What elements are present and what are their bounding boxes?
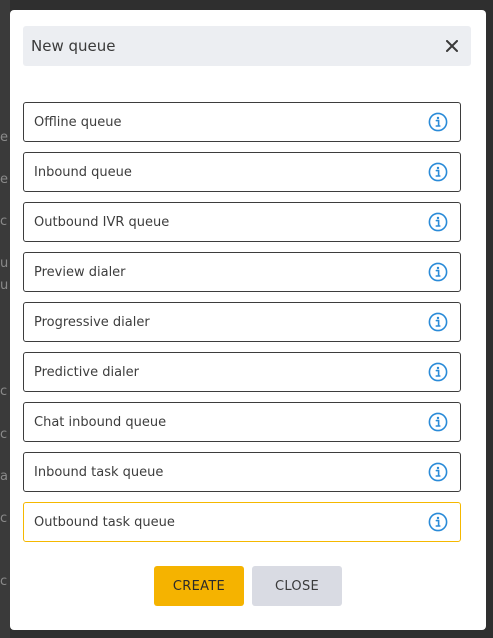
queue-type-option[interactable]: Inbound task queue	[23, 452, 461, 492]
info-icon[interactable]	[428, 262, 448, 282]
dialog-header: New queue	[23, 26, 471, 66]
background-text-fragment: u	[0, 257, 8, 271]
queue-type-option[interactable]: Preview dialer	[23, 252, 461, 292]
create-button[interactable]: CREATE	[154, 566, 244, 606]
info-icon[interactable]	[428, 412, 448, 432]
dialog-title: New queue	[31, 37, 116, 55]
queue-type-option-label: Preview dialer	[34, 264, 126, 280]
background-text-fragment: c	[0, 428, 8, 442]
background-text-fragment: e	[0, 131, 8, 145]
queue-type-option[interactable]: Predictive dialer	[23, 352, 461, 392]
queue-type-option[interactable]: Progressive dialer	[23, 302, 461, 342]
background-text-fragment: a	[0, 470, 8, 484]
queue-type-option[interactable]: Inbound queue	[23, 152, 461, 192]
background-text-fragment: c	[0, 215, 8, 229]
queue-type-option[interactable]: Offline queue	[23, 102, 461, 142]
dialog-actions: CREATE CLOSE	[10, 566, 486, 606]
new-queue-dialog: New queue Offline queue Inbound queue Outb…	[10, 10, 486, 630]
info-icon[interactable]	[428, 312, 448, 332]
background-text-fragment: u	[0, 279, 8, 293]
queue-type-option-label: Outbound task queue	[34, 514, 175, 530]
queue-type-list: Offline queue Inbound queue Outbound IVR q…	[23, 102, 461, 552]
queue-type-option[interactable]: Chat inbound queue	[23, 402, 461, 442]
close-icon[interactable]	[441, 35, 463, 57]
info-icon[interactable]	[428, 512, 448, 532]
queue-type-option-label: Inbound queue	[34, 164, 132, 180]
queue-type-option-label: Predictive dialer	[34, 364, 139, 380]
close-button[interactable]: CLOSE	[252, 566, 342, 606]
queue-type-option-label: Progressive dialer	[34, 314, 150, 330]
info-icon[interactable]	[428, 362, 448, 382]
queue-type-option[interactable]: Outbound task queue	[23, 502, 461, 542]
queue-type-option-label: Inbound task queue	[34, 464, 164, 480]
queue-type-option-label: Chat inbound queue	[34, 414, 167, 430]
queue-type-option-label: Offline queue	[34, 114, 122, 130]
queue-type-option[interactable]: Outbound IVR queue	[23, 202, 461, 242]
background-text-fragment: e	[0, 173, 8, 187]
background-page-edge: e e c u u c c a c c	[0, 0, 10, 638]
info-icon[interactable]	[428, 112, 448, 132]
background-text-fragment: c	[0, 575, 8, 589]
background-text-fragment: c	[0, 385, 8, 399]
info-icon[interactable]	[428, 162, 448, 182]
info-icon[interactable]	[428, 212, 448, 232]
queue-type-option-label: Outbound IVR queue	[34, 214, 170, 230]
background-text-fragment: c	[0, 512, 8, 526]
info-icon[interactable]	[428, 462, 448, 482]
